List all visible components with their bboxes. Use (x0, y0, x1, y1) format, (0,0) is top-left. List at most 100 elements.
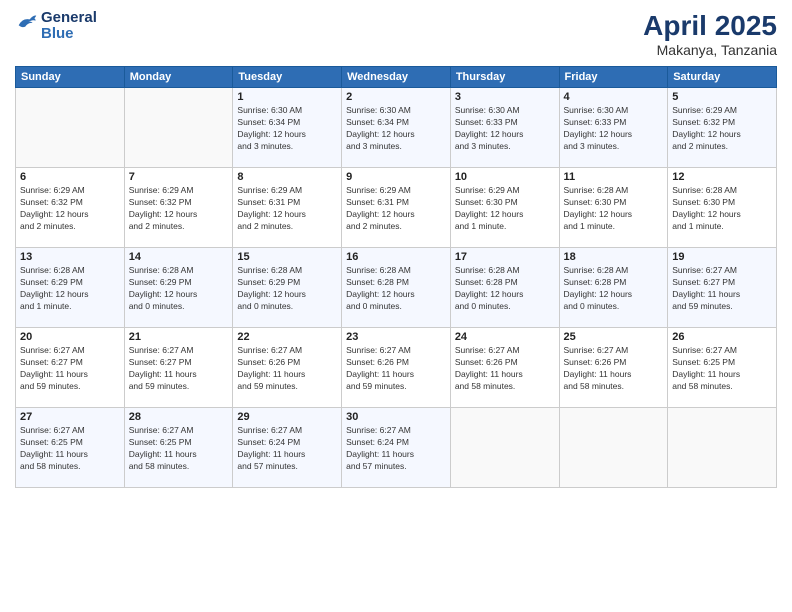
title-block: April 2025 Makanya, Tanzania (643, 10, 777, 58)
day-info: Sunrise: 6:27 AM Sunset: 6:26 PM Dayligh… (455, 345, 555, 393)
day-number: 23 (346, 331, 446, 343)
weekday-header-friday: Friday (559, 67, 668, 88)
calendar-cell: 22 Sunrise: 6:27 AM Sunset: 6:26 PM Dayli… (233, 328, 342, 408)
calendar-cell: 13 Sunrise: 6:28 AM Sunset: 6:29 PM Dayli… (16, 248, 125, 328)
weekday-header-saturday: Saturday (668, 67, 777, 88)
day-number: 2 (346, 91, 446, 103)
day-info: Sunrise: 6:27 AM Sunset: 6:24 PM Dayligh… (237, 425, 337, 473)
calendar-cell (668, 408, 777, 488)
day-info: Sunrise: 6:27 AM Sunset: 6:25 PM Dayligh… (129, 425, 229, 473)
day-info: Sunrise: 6:27 AM Sunset: 6:25 PM Dayligh… (672, 345, 772, 393)
calendar-cell: 11 Sunrise: 6:28 AM Sunset: 6:30 PM Dayli… (559, 168, 668, 248)
calendar-cell: 20 Sunrise: 6:27 AM Sunset: 6:27 PM Dayli… (16, 328, 125, 408)
weekday-header-monday: Monday (124, 67, 233, 88)
calendar-cell: 3Sunrise: 6:30 AM Sunset: 6:33 PM Daylig… (450, 88, 559, 168)
calendar-cell: 5Sunrise: 6:29 AM Sunset: 6:32 PM Daylig… (668, 88, 777, 168)
calendar-cell: 1 Sunrise: 6:30 AM Sunset: 6:34 PM Daylig… (233, 88, 342, 168)
day-number: 20 (20, 331, 120, 343)
calendar-week-row: 1 Sunrise: 6:30 AM Sunset: 6:34 PM Daylig… (16, 88, 777, 168)
day-info: Sunrise: 6:28 AM Sunset: 6:29 PM Dayligh… (20, 265, 120, 313)
day-info: Sunrise: 6:27 AM Sunset: 6:27 PM Dayligh… (672, 265, 772, 313)
day-info: Sunrise: 6:29 AM Sunset: 6:31 PM Dayligh… (237, 185, 337, 233)
day-info: Sunrise: 6:27 AM Sunset: 6:26 PM Dayligh… (346, 345, 446, 393)
day-number: 22 (237, 331, 337, 343)
day-number: 9 (346, 171, 446, 183)
day-info: Sunrise: 6:29 AM Sunset: 6:32 PM Dayligh… (20, 185, 120, 233)
weekday-header-tuesday: Tuesday (233, 67, 342, 88)
calendar-cell: 21 Sunrise: 6:27 AM Sunset: 6:27 PM Dayli… (124, 328, 233, 408)
calendar-week-row: 20 Sunrise: 6:27 AM Sunset: 6:27 PM Dayli… (16, 328, 777, 408)
calendar-cell: 30 Sunrise: 6:27 AM Sunset: 6:24 PM Dayli… (342, 408, 451, 488)
calendar-cell: 6 Sunrise: 6:29 AM Sunset: 6:32 PM Daylig… (16, 168, 125, 248)
day-number: 12 (672, 171, 772, 183)
weekday-header-thursday: Thursday (450, 67, 559, 88)
day-number: 19 (672, 251, 772, 263)
day-number: 11 (564, 171, 664, 183)
day-info: Sunrise: 6:30 AM Sunset: 6:33 PM Dayligh… (455, 105, 555, 153)
day-number: 13 (20, 251, 120, 263)
page-subtitle: Makanya, Tanzania (643, 42, 777, 58)
logo-bird-icon (15, 12, 37, 39)
day-info: Sunrise: 6:27 AM Sunset: 6:27 PM Dayligh… (129, 345, 229, 393)
day-info: Sunrise: 6:28 AM Sunset: 6:28 PM Dayligh… (455, 265, 555, 313)
logo-text: General Blue (41, 10, 97, 42)
day-info: Sunrise: 6:27 AM Sunset: 6:26 PM Dayligh… (237, 345, 337, 393)
day-info: Sunrise: 6:28 AM Sunset: 6:30 PM Dayligh… (672, 185, 772, 233)
calendar-week-row: 6 Sunrise: 6:29 AM Sunset: 6:32 PM Daylig… (16, 168, 777, 248)
day-info: Sunrise: 6:30 AM Sunset: 6:34 PM Dayligh… (346, 105, 446, 153)
logo: General Blue (15, 10, 97, 42)
calendar-cell: 17 Sunrise: 6:28 AM Sunset: 6:28 PM Dayli… (450, 248, 559, 328)
day-number: 4 (564, 91, 664, 103)
calendar-cell: 2 Sunrise: 6:30 AM Sunset: 6:34 PM Daylig… (342, 88, 451, 168)
day-number: 26 (672, 331, 772, 343)
day-number: 28 (129, 411, 229, 423)
calendar-cell: 19 Sunrise: 6:27 AM Sunset: 6:27 PM Dayli… (668, 248, 777, 328)
calendar-cell: 15 Sunrise: 6:28 AM Sunset: 6:29 PM Dayli… (233, 248, 342, 328)
calendar-cell: 27Sunrise: 6:27 AM Sunset: 6:25 PM Dayli… (16, 408, 125, 488)
day-number: 25 (564, 331, 664, 343)
calendar-cell (124, 88, 233, 168)
calendar-cell: 25 Sunrise: 6:27 AM Sunset: 6:26 PM Dayli… (559, 328, 668, 408)
weekday-header-wednesday: Wednesday (342, 67, 451, 88)
calendar-cell (559, 408, 668, 488)
day-number: 8 (237, 171, 337, 183)
day-number: 30 (346, 411, 446, 423)
day-number: 15 (237, 251, 337, 263)
page: General Blue April 2025 Makanya, Tanzani… (0, 0, 792, 612)
day-info: Sunrise: 6:27 AM Sunset: 6:26 PM Dayligh… (564, 345, 664, 393)
day-number: 6 (20, 171, 120, 183)
day-info: Sunrise: 6:29 AM Sunset: 6:31 PM Dayligh… (346, 185, 446, 233)
calendar-cell: 28 Sunrise: 6:27 AM Sunset: 6:25 PM Dayli… (124, 408, 233, 488)
calendar-cell: 24Sunrise: 6:27 AM Sunset: 6:26 PM Dayli… (450, 328, 559, 408)
day-number: 1 (237, 91, 337, 103)
day-info: Sunrise: 6:28 AM Sunset: 6:30 PM Dayligh… (564, 185, 664, 233)
day-info: Sunrise: 6:29 AM Sunset: 6:30 PM Dayligh… (455, 185, 555, 233)
weekday-header-sunday: Sunday (16, 67, 125, 88)
calendar-table: SundayMondayTuesdayWednesdayThursdayFrid… (15, 66, 777, 488)
calendar-cell: 26 Sunrise: 6:27 AM Sunset: 6:25 PM Dayli… (668, 328, 777, 408)
calendar-cell: 8 Sunrise: 6:29 AM Sunset: 6:31 PM Daylig… (233, 168, 342, 248)
calendar-cell: 4Sunrise: 6:30 AM Sunset: 6:33 PM Daylig… (559, 88, 668, 168)
logo-general: General (41, 10, 97, 26)
day-info: Sunrise: 6:28 AM Sunset: 6:29 PM Dayligh… (237, 265, 337, 313)
calendar-week-row: 27Sunrise: 6:27 AM Sunset: 6:25 PM Dayli… (16, 408, 777, 488)
day-number: 10 (455, 171, 555, 183)
day-info: Sunrise: 6:28 AM Sunset: 6:28 PM Dayligh… (346, 265, 446, 313)
calendar-cell: 29 Sunrise: 6:27 AM Sunset: 6:24 PM Dayli… (233, 408, 342, 488)
day-info: Sunrise: 6:27 AM Sunset: 6:27 PM Dayligh… (20, 345, 120, 393)
day-info: Sunrise: 6:27 AM Sunset: 6:25 PM Dayligh… (20, 425, 120, 473)
day-number: 21 (129, 331, 229, 343)
day-info: Sunrise: 6:27 AM Sunset: 6:24 PM Dayligh… (346, 425, 446, 473)
day-info: Sunrise: 6:28 AM Sunset: 6:29 PM Dayligh… (129, 265, 229, 313)
calendar-cell (450, 408, 559, 488)
day-number: 17 (455, 251, 555, 263)
calendar-cell: 10 Sunrise: 6:29 AM Sunset: 6:30 PM Dayli… (450, 168, 559, 248)
day-info: Sunrise: 6:29 AM Sunset: 6:32 PM Dayligh… (129, 185, 229, 233)
calendar-cell: 23 Sunrise: 6:27 AM Sunset: 6:26 PM Dayli… (342, 328, 451, 408)
day-info: Sunrise: 6:30 AM Sunset: 6:34 PM Dayligh… (237, 105, 337, 153)
day-number: 29 (237, 411, 337, 423)
calendar-cell: 9 Sunrise: 6:29 AM Sunset: 6:31 PM Daylig… (342, 168, 451, 248)
calendar-week-row: 13 Sunrise: 6:28 AM Sunset: 6:29 PM Dayli… (16, 248, 777, 328)
day-number: 7 (129, 171, 229, 183)
calendar-cell (16, 88, 125, 168)
